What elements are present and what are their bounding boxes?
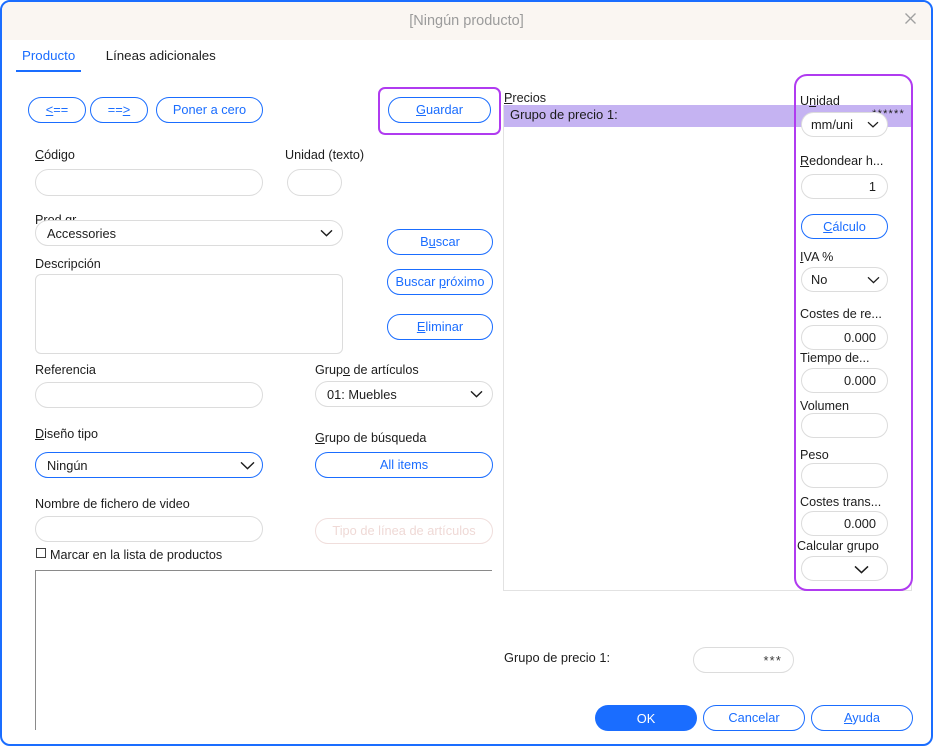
reset-to-zero-button[interactable]: Poner a cero bbox=[156, 97, 263, 123]
notes-textarea[interactable] bbox=[35, 570, 492, 730]
grupo-articulos-value: 01: Muebles bbox=[327, 382, 397, 406]
chevron-down-icon bbox=[867, 276, 880, 284]
window-title: [Ningún producto] bbox=[2, 2, 931, 40]
referencia-input[interactable] bbox=[35, 382, 263, 408]
tiempo-label: Tiempo de... bbox=[800, 351, 870, 365]
codigo-label: Código bbox=[35, 148, 75, 162]
grupo-precio-bottom-label: Grupo de precio 1: bbox=[504, 650, 610, 665]
tab-producto[interactable]: Producto bbox=[16, 46, 81, 72]
volumen-input[interactable] bbox=[801, 413, 888, 438]
calcular-grupo-label: Calcular grupo bbox=[797, 539, 879, 553]
eliminar-button[interactable]: Eliminar bbox=[387, 314, 493, 340]
buscar-proximo-button[interactable]: Buscar próximo bbox=[387, 269, 493, 295]
peso-input[interactable] bbox=[801, 463, 888, 488]
unidad-texto-input[interactable] bbox=[287, 169, 342, 196]
grupo-busqueda-button[interactable]: All items bbox=[315, 452, 493, 478]
costes-re-input[interactable] bbox=[801, 325, 888, 350]
precios-item-label: Grupo de precio 1: bbox=[510, 107, 618, 122]
close-icon[interactable] bbox=[899, 10, 921, 32]
codigo-input[interactable] bbox=[35, 169, 263, 196]
video-filename-input[interactable] bbox=[35, 516, 263, 542]
iva-value: No bbox=[811, 268, 827, 291]
tab-bar: Producto Líneas adicionales bbox=[16, 46, 236, 76]
grupo-articulos-label: Grupo de artículos bbox=[315, 363, 419, 377]
referencia-label: Referencia bbox=[35, 363, 96, 377]
calculo-button[interactable]: Cálculo bbox=[801, 214, 888, 239]
product-dialog-window: [Ningún producto] Producto Líneas adicio… bbox=[0, 0, 933, 746]
chevron-down-icon bbox=[867, 121, 880, 129]
redondear-label: Redondear h... bbox=[800, 154, 883, 168]
grupo-precio-bottom-input[interactable] bbox=[693, 647, 794, 673]
diseno-tipo-label: Diseño tipo bbox=[35, 427, 98, 441]
iva-select[interactable]: No bbox=[801, 267, 888, 292]
unidad-texto-label: Unidad (texto) bbox=[285, 148, 364, 162]
tiempo-input[interactable] bbox=[801, 368, 888, 393]
chevron-down-icon bbox=[320, 229, 333, 237]
volumen-label: Volumen bbox=[800, 399, 849, 413]
marcar-lista-checkbox-row[interactable]: Marcar en la lista de productos bbox=[36, 546, 222, 562]
descripcion-textarea[interactable] bbox=[35, 274, 343, 354]
chevron-down-icon bbox=[854, 565, 867, 573]
prodgr-select[interactable]: Accessories bbox=[35, 220, 343, 246]
prodgr-value: Accessories bbox=[47, 221, 116, 245]
save-button[interactable]: Guardar bbox=[388, 97, 491, 123]
buscar-button[interactable]: Buscar bbox=[387, 229, 493, 255]
prev-record-button[interactable]: <== bbox=[28, 97, 86, 123]
tipo-linea-articulos-button: Tipo de línea de artículos bbox=[315, 518, 493, 544]
video-filename-label: Nombre de fichero de video bbox=[35, 497, 190, 511]
grupo-articulos-select[interactable]: 01: Muebles bbox=[315, 381, 493, 407]
chevron-down-icon bbox=[240, 461, 253, 469]
precios-label: Precios bbox=[504, 91, 546, 105]
unidad-value: mm/uni bbox=[811, 113, 853, 136]
grupo-busqueda-label: Grupo de búsqueda bbox=[315, 431, 426, 445]
diseno-tipo-value: Ningún bbox=[47, 453, 88, 477]
peso-label: Peso bbox=[800, 448, 829, 462]
marcar-lista-label: Marcar en la lista de productos bbox=[50, 548, 222, 562]
redondear-input[interactable] bbox=[801, 174, 888, 199]
unidad-select[interactable]: mm/uni bbox=[801, 112, 888, 137]
costes-re-label: Costes de re... bbox=[800, 307, 882, 321]
ok-button[interactable]: OK bbox=[595, 705, 697, 731]
costes-trans-input[interactable] bbox=[801, 511, 888, 536]
tab-lineas-adicionales[interactable]: Líneas adicionales bbox=[100, 46, 222, 70]
next-record-button[interactable]: ==> bbox=[90, 97, 148, 123]
diseno-tipo-select[interactable]: Ningún bbox=[35, 452, 263, 478]
titlebar: [Ningún producto] bbox=[2, 2, 931, 40]
unidad-label: Unidad bbox=[800, 94, 840, 108]
chevron-down-icon bbox=[470, 390, 483, 398]
iva-label: IVA % bbox=[800, 250, 833, 264]
cancel-button[interactable]: Cancelar bbox=[703, 705, 805, 731]
marcar-lista-checkbox[interactable] bbox=[36, 548, 46, 558]
descripcion-label: Descripción bbox=[35, 257, 101, 271]
costes-trans-label: Costes trans... bbox=[800, 495, 881, 509]
help-button[interactable]: Ayuda bbox=[811, 705, 913, 731]
calcular-grupo-select[interactable] bbox=[801, 556, 888, 581]
